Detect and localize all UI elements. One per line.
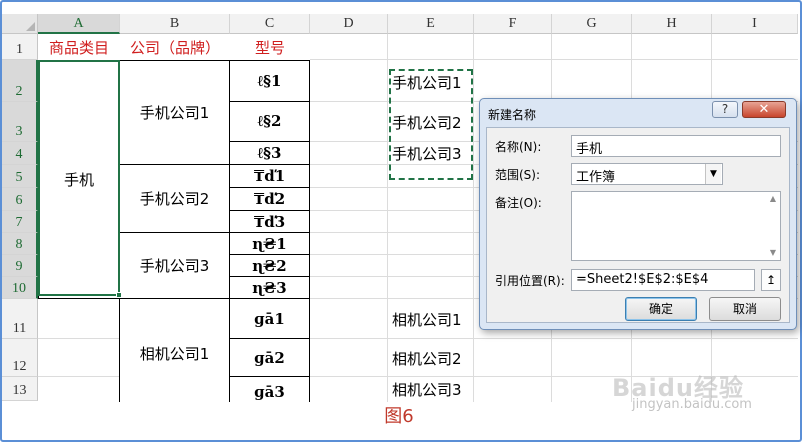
row-header-12[interactable]: 12 bbox=[2, 339, 38, 377]
cell-b-company-1[interactable]: 手机公司1 bbox=[119, 60, 230, 165]
cell-a1[interactable]: 商品类目 bbox=[38, 34, 120, 60]
scroll-up-icon[interactable]: ▲ bbox=[768, 194, 778, 204]
cell-c3[interactable]: ℓ§2 bbox=[229, 101, 310, 142]
cell-c11[interactable]: ɡā1 bbox=[229, 298, 310, 339]
name-input[interactable]: 手机 bbox=[571, 135, 781, 157]
col-header-i[interactable]: I bbox=[712, 14, 798, 34]
cell-c6[interactable]: ₸ď2 bbox=[229, 187, 310, 211]
cell-c9[interactable]: ɳ₴2 bbox=[229, 254, 310, 277]
cell-e13[interactable]: 相机公司3 bbox=[388, 377, 472, 401]
row-header-13[interactable]: 13 bbox=[2, 377, 38, 401]
cell-b-company-4[interactable]: 相机公司1 bbox=[119, 298, 230, 402]
cell-b-company-3[interactable]: 手机公司3 bbox=[119, 232, 230, 299]
row-header-3[interactable]: 3 bbox=[2, 102, 38, 142]
cell-c8[interactable]: ɳ₴1 bbox=[229, 232, 310, 255]
scope-value: 工作簿 bbox=[576, 170, 616, 185]
row-header-1[interactable]: 1 bbox=[2, 34, 38, 60]
collapse-dialog-icon[interactable]: ↥ bbox=[761, 269, 781, 291]
cell-e11[interactable]: 相机公司1 bbox=[388, 299, 472, 339]
cell-c2[interactable]: ℓ§1 bbox=[229, 60, 310, 102]
cell-c4[interactable]: ℓ§3 bbox=[229, 141, 310, 165]
ok-button[interactable]: 确定 bbox=[625, 297, 697, 321]
row-header-11[interactable]: 11 bbox=[2, 299, 38, 339]
select-all-corner[interactable] bbox=[2, 14, 38, 34]
col-header-d[interactable]: D bbox=[310, 14, 388, 34]
figure-caption: 图6 bbox=[384, 406, 414, 427]
col-header-c[interactable]: C bbox=[230, 14, 310, 34]
help-button[interactable]: ? bbox=[712, 101, 738, 118]
row-header-7[interactable]: 7 bbox=[2, 211, 38, 233]
scope-select[interactable]: 工作簿 ▼ bbox=[571, 163, 723, 185]
col-header-f[interactable]: F bbox=[474, 14, 552, 34]
select-all-triangle-icon bbox=[26, 22, 35, 31]
row-header-10[interactable]: 10 bbox=[2, 277, 38, 299]
scope-label: 范围(S): bbox=[495, 168, 541, 182]
comment-textarea[interactable]: ▲ ▼ bbox=[571, 191, 781, 261]
row-header-2[interactable]: 2 bbox=[2, 60, 38, 102]
comment-label: 备注(O): bbox=[495, 196, 542, 210]
fill-handle[interactable] bbox=[116, 292, 122, 298]
cell-c1[interactable]: 型号 bbox=[230, 34, 310, 60]
cell-c10[interactable]: ɳ₴3 bbox=[229, 276, 310, 299]
row-header-6[interactable]: 6 bbox=[2, 188, 38, 211]
name-label: 名称(N): bbox=[495, 140, 542, 154]
cancel-button[interactable]: 取消 bbox=[709, 297, 781, 321]
ref-label: 引用位置(R): bbox=[495, 274, 565, 288]
cell-c12[interactable]: ɡā2 bbox=[229, 338, 310, 377]
col-header-h[interactable]: H bbox=[632, 14, 712, 34]
col-header-g[interactable]: G bbox=[552, 14, 632, 34]
col-header-b[interactable]: B bbox=[120, 14, 230, 34]
scroll-down-icon[interactable]: ▼ bbox=[768, 248, 778, 258]
cell-c7[interactable]: ₸ď3 bbox=[229, 210, 310, 233]
grid-line bbox=[473, 34, 474, 402]
cell-c13[interactable]: ɡā3 bbox=[229, 376, 310, 402]
new-name-dialog: 新建名称 ? ✕ 名称(N): 手机 范围(S): 工作簿 ▼ 备注(O): ▲… bbox=[479, 98, 797, 330]
col-header-a[interactable]: A bbox=[38, 14, 120, 34]
ref-input[interactable]: =Sheet2!$E$2:$E$4 bbox=[571, 269, 755, 291]
row-header-5[interactable]: 5 bbox=[2, 165, 38, 188]
row-header-4[interactable]: 4 bbox=[2, 142, 38, 165]
cell-b1[interactable]: 公司（品牌） bbox=[120, 34, 230, 60]
selection-a2-a10 bbox=[38, 60, 120, 296]
close-button[interactable]: ✕ bbox=[742, 101, 786, 118]
copy-marquee-e2-e4 bbox=[389, 69, 473, 180]
row-header-8[interactable]: 8 bbox=[2, 233, 38, 255]
dialog-title: 新建名称 bbox=[488, 108, 537, 122]
cell-e12[interactable]: 相机公司2 bbox=[388, 339, 472, 377]
dropdown-arrow-icon[interactable]: ▼ bbox=[705, 164, 721, 184]
dialog-body: 名称(N): 手机 范围(S): 工作簿 ▼ 备注(O): ▲ ▼ 引用位置(R… bbox=[486, 127, 790, 323]
cell-c5[interactable]: ₸ď1 bbox=[229, 164, 310, 188]
row-header-9[interactable]: 9 bbox=[2, 255, 38, 277]
col-header-e[interactable]: E bbox=[388, 14, 474, 34]
cell-b-company-2[interactable]: 手机公司2 bbox=[119, 164, 230, 233]
